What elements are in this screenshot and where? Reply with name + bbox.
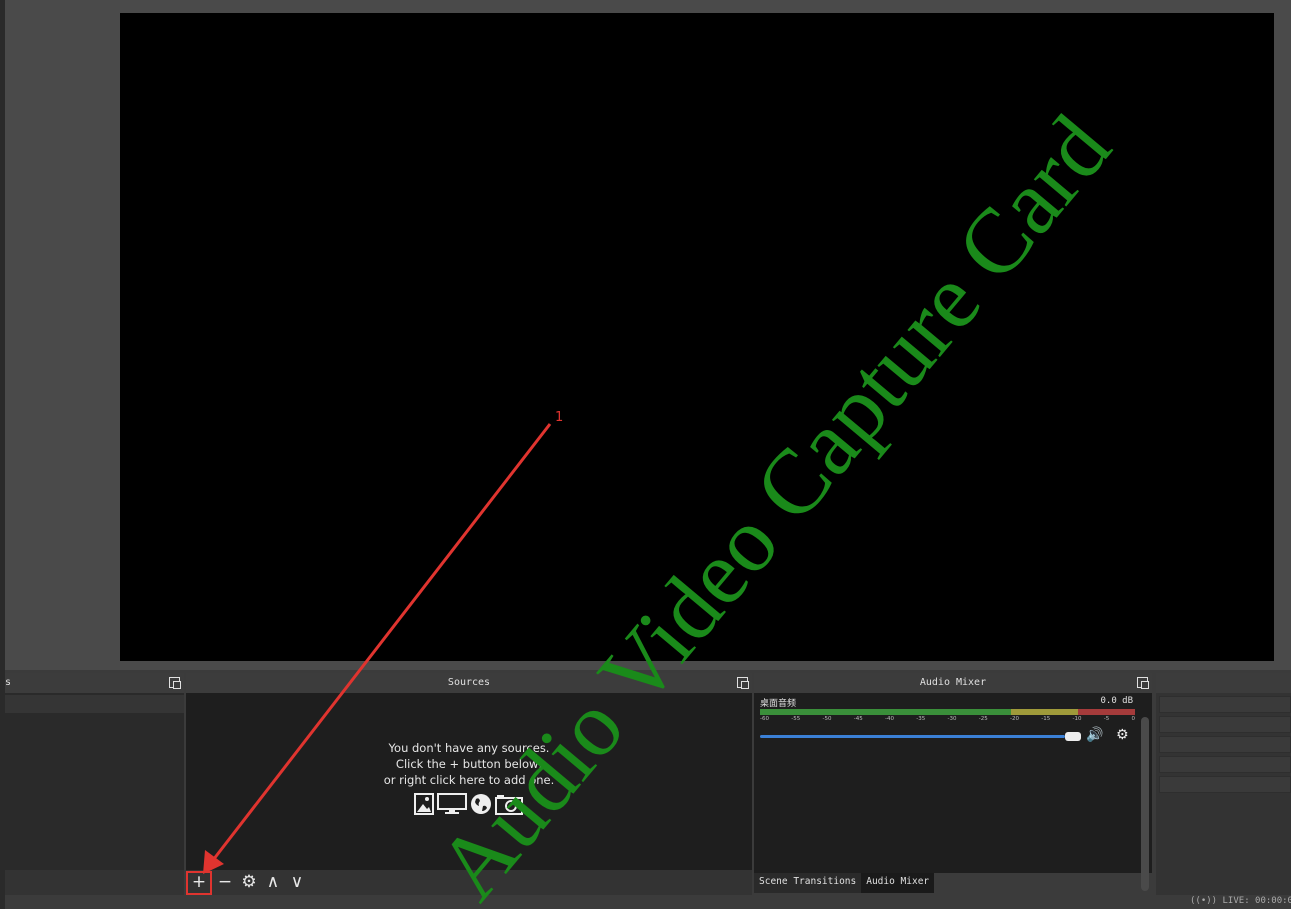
sources-list[interactable]: You don't have any sources. Click the + … [186,693,752,870]
display-capture-icon [437,793,467,814]
empty-line-3: or right click here to add one. [383,773,555,787]
scenes-toolbar [5,870,184,895]
meter-ticks: -60 -55 -50 -45 -40 -35 -30 -25 -20 -15 … [760,716,1135,726]
chevron-up-icon: ∧ [266,872,280,892]
start-streaming-button[interactable] [1159,696,1291,713]
meter-green-zone [760,709,1011,715]
speaker-icon[interactable]: 🔊 [1086,727,1103,743]
add-source-button[interactable]: + [186,870,212,895]
meter-tick: -55 [791,716,801,722]
audio-mixer-dock-title: Audio Mixer [754,673,1152,693]
float-dock-icon[interactable] [1137,677,1149,689]
sources-dock-title: Sources [186,673,752,693]
meter-tick: 0 [1131,716,1136,722]
chevron-down-icon: ∨ [290,872,304,892]
audio-mixer-body: 桌面音频 0.0 dB -60 -55 -50 -45 -40 -35 -30 … [754,693,1152,891]
float-dock-icon[interactable] [737,677,749,689]
camera-source-icon [495,795,523,815]
meter-tick: -25 [978,716,988,722]
empty-sources-message: You don't have any sources. Click the + … [186,740,752,788]
audio-mixer-dock: Audio Mixer 桌面音频 0.0 dB -60 -55 -50 -45 … [754,673,1152,891]
mixer-scrollbar[interactable] [1141,717,1149,891]
meter-tick: -45 [853,716,863,722]
image-source-icon [414,793,434,815]
audio-channel-db: 0.0 dB [1100,696,1133,706]
controls-dock [1156,673,1291,895]
meter-yellow-zone [1011,709,1078,715]
annotation-number: 1 [555,410,564,425]
meter-tick: -20 [1010,716,1019,722]
volume-slider-track[interactable] [760,735,1065,738]
meter-red-zone [1078,709,1135,715]
scenes-dock-title: s [5,673,184,693]
browser-source-icon [471,794,491,814]
mixer-tabs: Scene Transitions Audio Mixer [754,873,935,893]
source-properties-button[interactable]: ⚙ [238,872,260,894]
move-source-up-button[interactable]: ∧ [262,872,284,894]
minus-icon: − [217,872,233,892]
meter-tick: -40 [885,716,894,722]
preview-canvas[interactable] [120,13,1274,661]
empty-line-1: You don't have any sources. [388,741,550,755]
source-type-icons [414,793,523,815]
meter-tick: -35 [916,716,926,722]
sources-dock: Sources You don't have any sources. Clic… [186,673,752,895]
meter-tick: -10 [1072,716,1082,722]
gear-icon: ⚙ [241,872,257,892]
scene-list-item[interactable] [5,695,184,713]
gear-icon[interactable]: ⚙ [1116,727,1129,743]
settings-button[interactable] [1159,756,1291,773]
exit-button[interactable] [1159,776,1291,793]
studio-mode-button[interactable] [1159,736,1291,753]
controls-dock-title [1156,673,1291,693]
status-bar: ((•)) LIVE: 00:00:0 [1190,896,1291,906]
move-source-down-button[interactable]: ∨ [286,872,308,894]
plus-icon: + [191,872,207,892]
sources-title-text: Sources [447,677,491,688]
live-timer: LIVE: 00:00:0 [1222,896,1291,906]
remove-source-button[interactable]: − [214,872,236,894]
tab-audio-mixer[interactable]: Audio Mixer [861,873,935,893]
meter-tick: -50 [822,716,832,722]
start-recording-button[interactable] [1159,716,1291,733]
broadcast-icon: ((•)) [1190,896,1218,906]
audio-channel-name: 桌面音频 [760,699,797,709]
volume-meter [760,709,1135,715]
meter-tick: -30 [947,716,957,722]
meter-tick: -5 [1103,716,1110,722]
audio-mixer-title-text: Audio Mixer [919,677,987,688]
tab-scene-transitions[interactable]: Scene Transitions [754,873,861,893]
empty-line-2: Click the + button below, [395,757,543,771]
meter-tick: -15 [1041,716,1051,722]
volume-slider-handle[interactable] [1065,732,1081,741]
scenes-title-text: s [5,677,12,688]
float-dock-icon[interactable] [169,677,181,689]
sources-toolbar: + − ⚙ ∧ ∨ [186,870,752,895]
meter-tick: -60 [760,716,769,722]
scenes-dock: s [5,673,184,895]
